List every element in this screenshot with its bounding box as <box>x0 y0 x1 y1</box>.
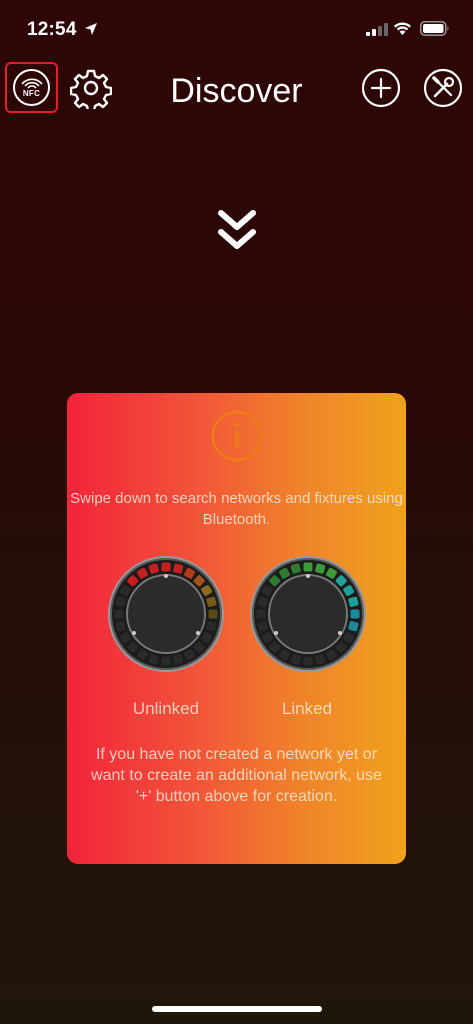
linked-fixture-image <box>250 556 366 672</box>
home-indicator[interactable] <box>152 1006 322 1012</box>
unlinked-label: Unlinked <box>132 699 200 718</box>
status-time: 12:54 <box>27 19 77 40</box>
page-title: Discover <box>170 72 303 110</box>
cellular-signal-icon <box>366 23 388 36</box>
info-icon <box>211 410 263 462</box>
plus-circle-icon <box>361 68 401 108</box>
battery-icon <box>420 21 449 36</box>
linked-label: Linked <box>281 699 333 718</box>
swipe-instruction: Swipe down to search networks and fixtur… <box>70 490 403 528</box>
wifi-icon <box>394 22 411 35</box>
info-card: Swipe down to search networks and fixtur… <box>67 393 406 864</box>
double-chevron-down-icon <box>218 210 256 249</box>
status-bar: 12:54 <box>0 0 473 58</box>
tools-button[interactable] <box>423 68 463 108</box>
nav-bar: NFC Discover <box>0 60 473 120</box>
create-network-hint: If you have not created a network yet or… <box>91 746 382 805</box>
add-network-button[interactable] <box>361 68 401 108</box>
location-arrow-icon <box>85 23 97 35</box>
tools-icon <box>423 68 463 108</box>
unlinked-fixture-image <box>108 556 224 672</box>
